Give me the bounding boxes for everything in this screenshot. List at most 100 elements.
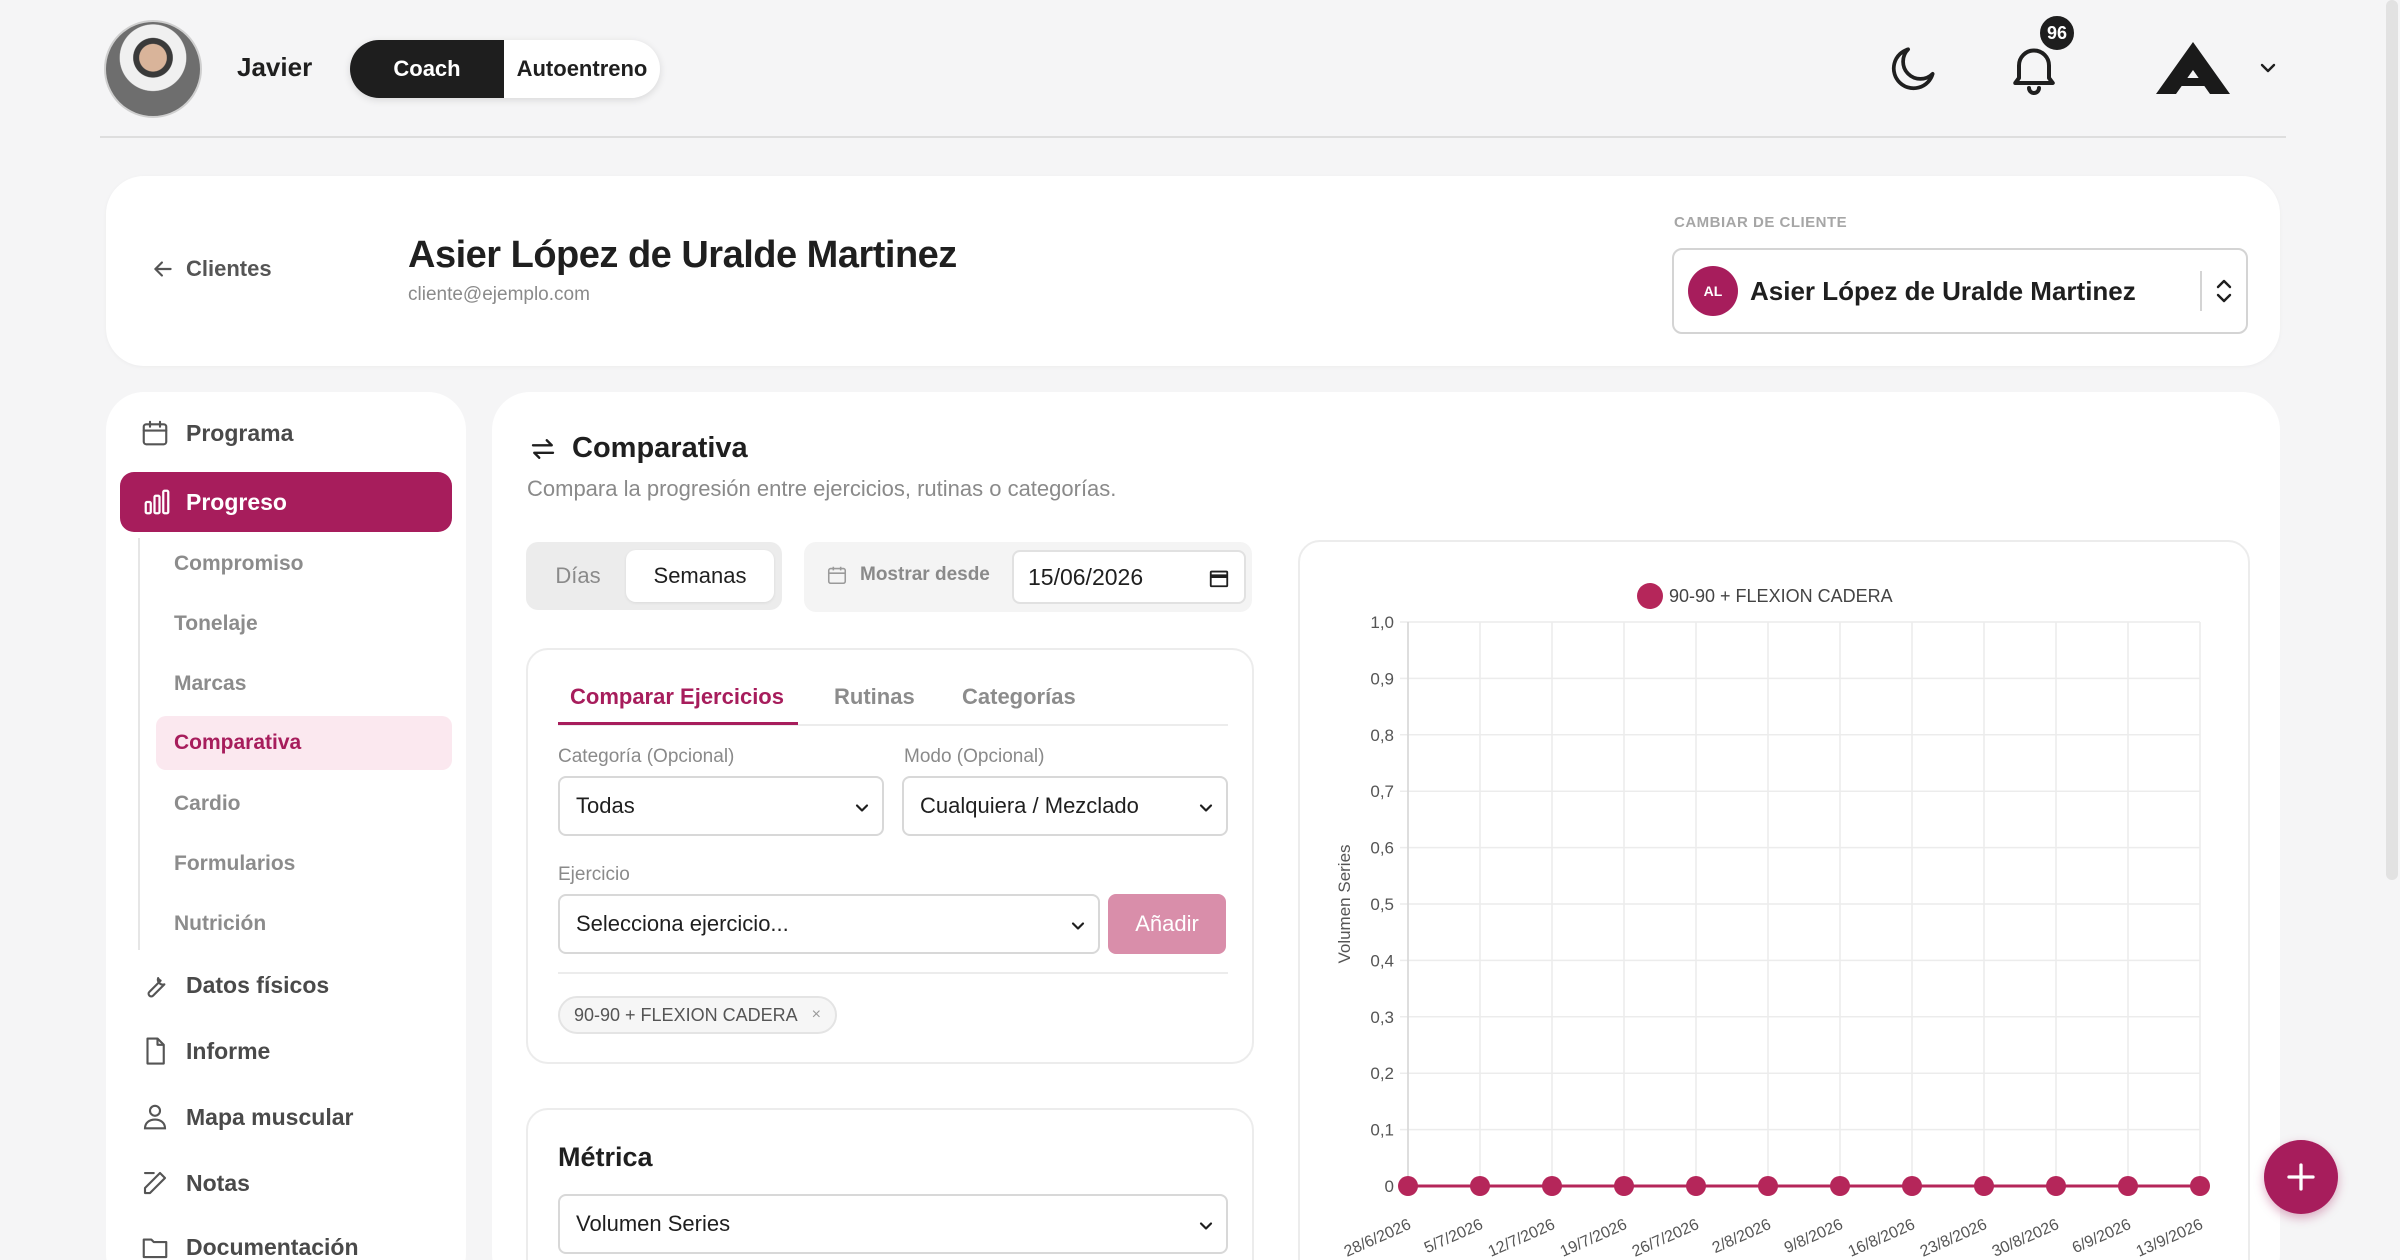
x-tick-label: 26/7/2026 (1630, 1216, 1702, 1260)
y-tick-label: 0,4 (1370, 951, 1394, 970)
client-header-card: Clientes Asier López de Uralde Martinez … (106, 176, 2280, 366)
sidebar-item-notas[interactable]: Notas (140, 1168, 250, 1198)
comparison-chart: 0 0,1 0,2 0,3 0,4 0,5 0,6 0,7 0,8 0,9 1,0 28/6/2026… (1335, 583, 2210, 1260)
sidebar-sub-cardio[interactable]: Cardio (174, 792, 241, 816)
data-point (1470, 1176, 1490, 1196)
tab-categorias[interactable]: Categorías (962, 684, 1076, 710)
x-tick-label: 6/9/2026 (2070, 1216, 2134, 1257)
data-point (2046, 1176, 2066, 1196)
x-tick-label: 13/9/2026 (2134, 1216, 2206, 1260)
mode-select[interactable]: Cualquiera / Mezclado (902, 776, 1228, 836)
y-tick-label: 0,7 (1370, 782, 1394, 801)
y-axis-label: Volumen Series (1335, 844, 1354, 963)
sidebar-sub-marcas[interactable]: Marcas (174, 672, 246, 696)
data-point (2190, 1176, 2210, 1196)
chart-card: 0 0,1 0,2 0,3 0,4 0,5 0,6 0,7 0,8 0,9 1,0 28/6/2026… (1298, 540, 2250, 1260)
show-since-box: Mostrar desde 15/06/2026 (804, 542, 1252, 612)
x-tick-label: 30/8/2026 (1990, 1216, 2062, 1260)
submenu-line (138, 538, 140, 950)
x-tick-label: 28/6/2026 (1342, 1216, 1414, 1260)
sidebar-sub-formularios[interactable]: Formularios (174, 852, 295, 876)
period-toggle: Días Semanas (526, 542, 782, 610)
since-date-value: 15/06/2026 (1028, 563, 1144, 590)
legend-marker (1637, 583, 1663, 609)
calendar-icon (142, 420, 168, 446)
client-name: Asier López de Uralde Martinez (408, 234, 957, 276)
sidebar-sub-nutricion[interactable]: Nutrición (174, 912, 266, 936)
chevron-down-icon (1199, 1222, 1213, 1230)
calendar-icon (827, 566, 847, 585)
y-tick-label: 0,5 (1370, 895, 1394, 914)
y-tick-label: 0,3 (1370, 1008, 1394, 1027)
sidebar-item-datos-fisicos[interactable]: Datos físicos (140, 970, 329, 1000)
active-tab-indicator (558, 722, 798, 725)
sidebar-item-mapa-muscular[interactable]: Mapa muscular (140, 1102, 353, 1132)
weeks-button[interactable]: Semanas (626, 550, 774, 602)
sidebar-item-progreso[interactable]: Progreso (120, 472, 452, 532)
sidebar-item-label: Mapa muscular (186, 1103, 354, 1130)
avatar[interactable] (104, 20, 202, 118)
updown-chevron-icon (2202, 269, 2246, 313)
top-bar: Javier Coach Autoentreno 96 (100, 0, 2286, 138)
sidebar-item-label: Datos físicos (186, 971, 330, 998)
document-icon (146, 1037, 165, 1065)
tab-comparar-ejercicios[interactable]: Comparar Ejercicios (570, 684, 784, 710)
autoentreno-mode-button[interactable]: Autoentreno (504, 40, 660, 98)
exercise-label: Ejercicio (558, 864, 630, 885)
show-since-label: Mostrar desde (826, 564, 990, 586)
data-point (1974, 1176, 1994, 1196)
x-tick-label: 12/7/2026 (1486, 1216, 1558, 1260)
x-tick-label: 16/8/2026 (1846, 1216, 1918, 1260)
client-email: cliente@ejemplo.com (408, 284, 590, 305)
x-tick-label: 9/8/2026 (1782, 1216, 1846, 1257)
section-title-text: Comparativa (572, 432, 748, 464)
folder-icon (142, 1238, 168, 1259)
y-tick-label: 0,1 (1370, 1121, 1394, 1140)
since-date-input[interactable]: 15/06/2026 (1012, 550, 1246, 604)
calendar-picker-icon[interactable] (1208, 567, 1230, 589)
y-tick-label: 0,2 (1370, 1064, 1394, 1083)
mode-label: Modo (Opcional) (904, 746, 1045, 767)
section-subtitle: Compara la progresión entre ejercicios, … (527, 476, 1117, 501)
sidebar-sub-tonelaje[interactable]: Tonelaje (174, 612, 258, 636)
data-point (1686, 1176, 1706, 1196)
section-title: Comparativa (528, 432, 748, 465)
sidebar-sub-compromiso[interactable]: Compromiso (174, 552, 304, 576)
chevron-down-icon[interactable] (2256, 56, 2280, 80)
sidebar-item-informe[interactable]: Informe (140, 1036, 270, 1066)
days-button[interactable]: Días (534, 550, 622, 602)
back-to-clients-link[interactable]: Clientes (150, 256, 272, 282)
add-exercise-button[interactable]: Añadir (1108, 894, 1226, 954)
exercise-select[interactable]: Selecciona ejercicio... (558, 894, 1100, 954)
back-label: Clientes (186, 256, 272, 281)
edit-icon (143, 1171, 167, 1195)
sidebar-item-label: Informe (186, 1037, 271, 1064)
chip-label: 90-90 + FLEXION CADERA (574, 1004, 798, 1025)
sidebar-item-documentacion[interactable]: Documentación (140, 1232, 359, 1260)
metric-select[interactable]: Volumen Series (558, 1194, 1228, 1254)
sidebar-item-programa[interactable]: Programa (140, 418, 293, 448)
page-scrollbar[interactable] (2386, 0, 2398, 880)
tab-rutinas[interactable]: Rutinas (834, 684, 915, 710)
coach-mode-button[interactable]: Coach (350, 40, 504, 98)
arrow-left-icon (154, 261, 172, 277)
brand-logo[interactable] (2154, 40, 2232, 96)
swap-arrows-icon (531, 438, 555, 459)
y-tick-label: 0,6 (1370, 839, 1394, 858)
show-since-text: Mostrar desde (860, 564, 990, 585)
client-selector[interactable]: AL Asier López de Uralde Martinez (1672, 248, 2248, 334)
form-divider (558, 972, 1228, 974)
y-tick-label: 0 (1385, 1177, 1394, 1196)
sidebar-sub-comparativa[interactable]: Comparativa (156, 716, 452, 770)
chevron-down-icon (855, 804, 869, 812)
category-select[interactable]: Todas (558, 776, 884, 836)
x-tick-label: 19/7/2026 (1558, 1216, 1630, 1260)
add-fab-button[interactable] (2264, 1140, 2338, 1214)
chip-remove-icon[interactable]: × (812, 1006, 821, 1024)
data-point (1542, 1176, 1562, 1196)
wrench-icon (147, 977, 166, 998)
data-point (1902, 1176, 1922, 1196)
main-panel: Comparativa Compara la progresión entre … (492, 392, 2280, 1260)
moon-icon[interactable] (1886, 40, 1942, 96)
x-tick-label: 2/8/2026 (1710, 1216, 1774, 1257)
